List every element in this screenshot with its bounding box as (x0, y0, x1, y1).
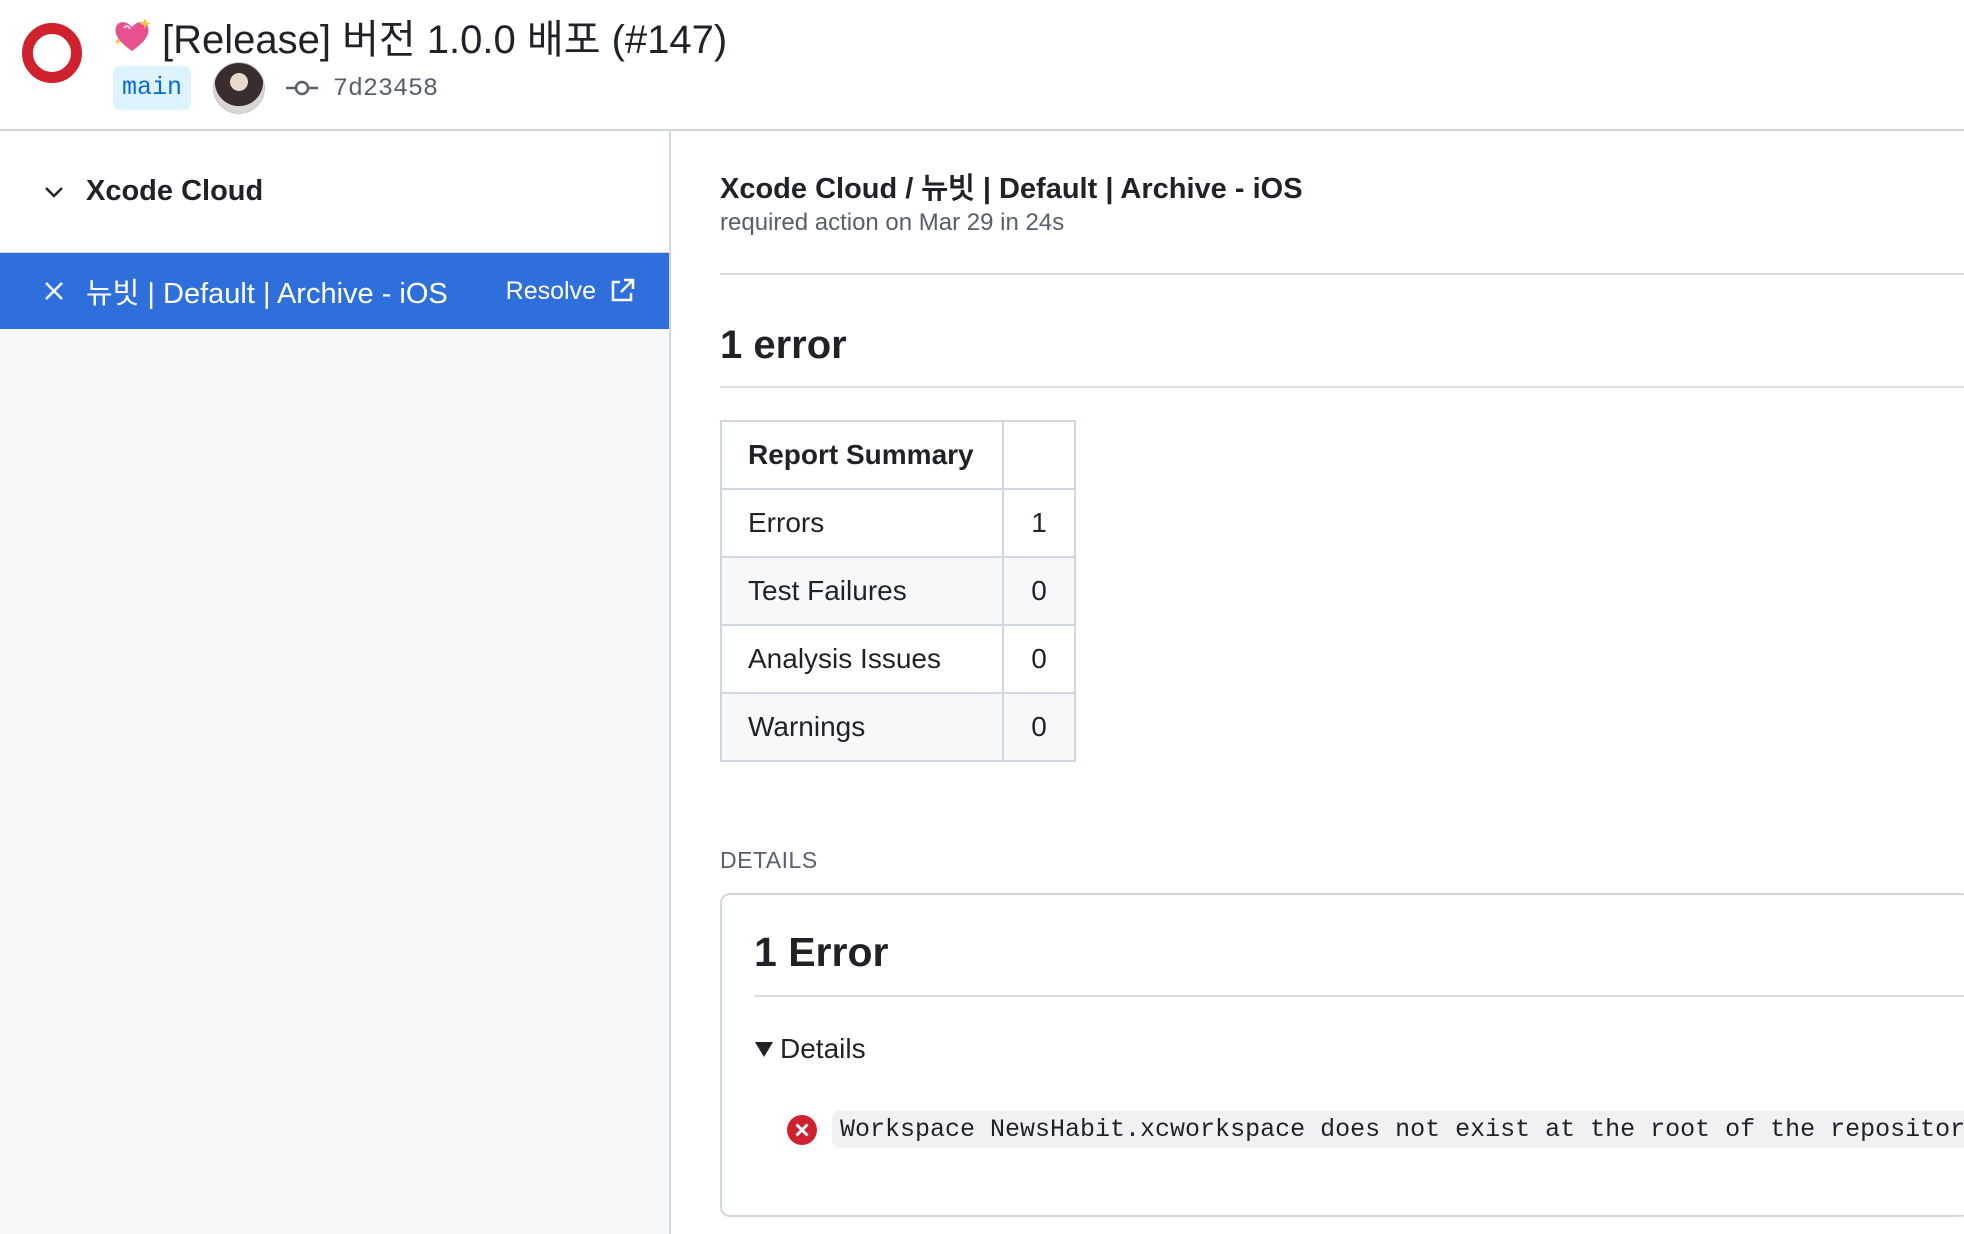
summary-label: Errors (720, 488, 1004, 558)
sidebar-item-job[interactable]: 뉴빗 | Default | Archive - iOS Resolve (0, 253, 669, 329)
job-title: Xcode Cloud / 뉴빗 | Default | Archive - i… (720, 173, 1303, 205)
divider (720, 273, 1964, 275)
check-run-page: [Release] 버전 1.0.0 배포 (#147) main 7d2345… (0, 0, 1964, 1234)
git-commit-icon (286, 80, 319, 96)
chevron-down-icon (45, 186, 63, 198)
external-link-icon (611, 278, 635, 302)
avatar[interactable] (213, 62, 266, 114)
summary-value: 0 (1002, 624, 1076, 694)
table-header-row: Report Summary (720, 420, 1076, 490)
error-message: Workspace NewsHabit.xcworkspace does not… (832, 1111, 1964, 1148)
divider (720, 386, 1964, 388)
summary-value: 0 (1002, 556, 1076, 626)
disclosure-label: Details (780, 1033, 866, 1064)
error-circle-icon (787, 1114, 817, 1145)
details-heading: 1 Error (754, 929, 889, 975)
details-caption: DETAILS (720, 847, 818, 873)
workflow-title: [Release] 버전 1.0.0 배포 (#147) (112, 10, 727, 62)
check-suite-label: Xcode Cloud (86, 175, 264, 207)
report-summary-table: Report Summary Errors 1 Test Failures 0 … (720, 420, 1076, 762)
check-suite-toggle[interactable]: Xcode Cloud (0, 131, 669, 253)
checks-sidebar: Xcode Cloud 뉴빗 | Default | Archive - iOS… (0, 131, 671, 1234)
table-row: Test Failures 0 (720, 556, 1076, 626)
table-row: Analysis Issues 0 (720, 624, 1076, 694)
summary-label: Analysis Issues (720, 624, 1004, 694)
page-title: [Release] 버전 1.0.0 배포 (#147) (162, 18, 728, 62)
sparkling-heart-icon (114, 18, 151, 51)
details-disclosure[interactable]: Details (754, 1033, 866, 1065)
resolve-label: Resolve (505, 276, 596, 305)
page-header: [Release] 버전 1.0.0 배포 (#147) main 7d2345… (0, 0, 1964, 131)
x-icon (45, 282, 63, 300)
commit-meta: main 7d23458 (113, 62, 438, 114)
table-header: Report Summary (720, 420, 1004, 490)
check-run-detail: Xcode Cloud / 뉴빗 | Default | Archive - i… (720, 131, 1964, 1234)
details-panel: 1 Error Details Workspace NewsHabit.xcwo… (720, 893, 1964, 1217)
resolve-link[interactable]: Resolve (506, 253, 636, 329)
job-label: 뉴빗 | Default | Archive - iOS (86, 278, 448, 310)
table-row: Errors 1 (720, 488, 1076, 558)
divider (754, 995, 1964, 997)
table-row: Warnings 0 (720, 692, 1076, 762)
disclosure-triangle-icon (755, 1042, 773, 1057)
summary-value: 0 (1002, 692, 1076, 762)
summary-label: Test Failures (720, 556, 1004, 626)
error-entry: Workspace NewsHabit.xcworkspace does not… (786, 1111, 1964, 1148)
table-header-empty (1002, 420, 1076, 490)
failure-ring-icon (22, 23, 82, 83)
error-heading: 1 error (720, 323, 847, 367)
summary-value: 1 (1002, 488, 1076, 558)
commit-hash-link[interactable]: 7d23458 (333, 74, 438, 103)
branch-badge[interactable]: main (113, 66, 192, 110)
summary-label: Warnings (720, 692, 1004, 762)
job-subtitle: required action on Mar 29 in 24s (720, 209, 1065, 236)
